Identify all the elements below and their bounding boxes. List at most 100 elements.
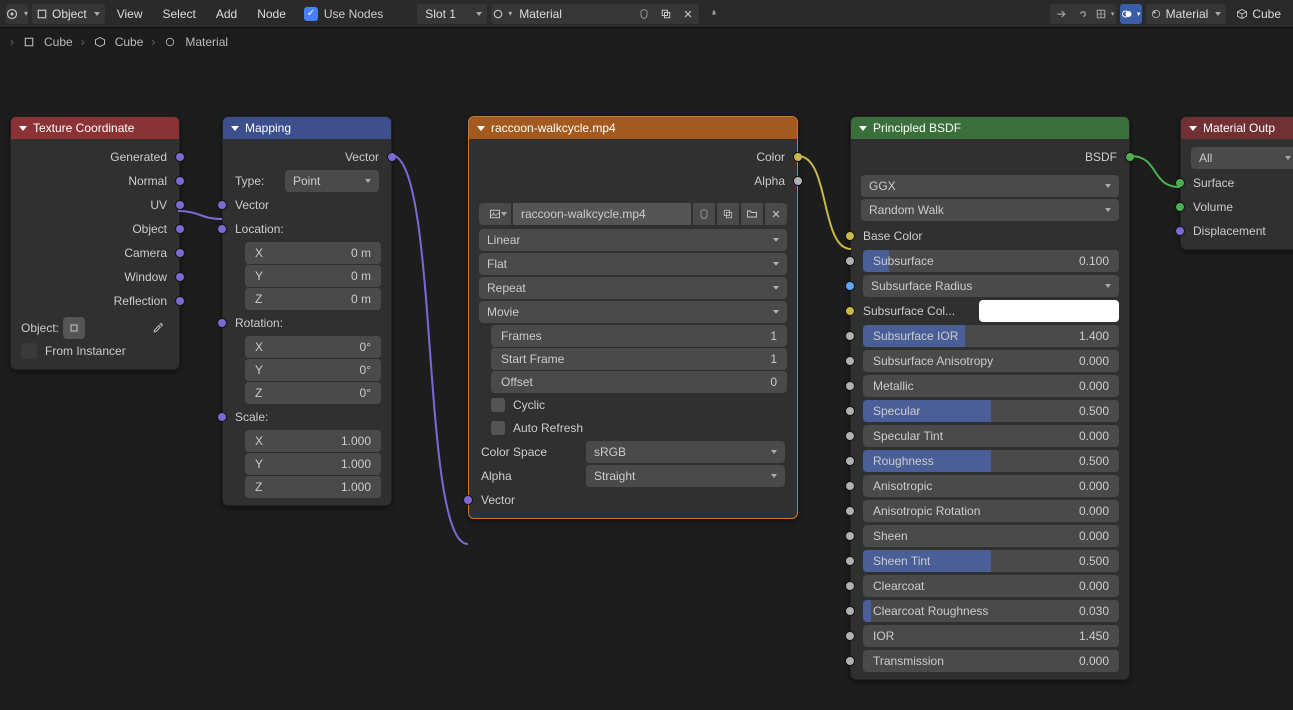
bsdf-input-clearcoat[interactable]: Clearcoat0.000 — [851, 573, 1129, 598]
socket-icon[interactable] — [845, 481, 855, 491]
value-slider[interactable]: Subsurface0.100 — [863, 250, 1119, 272]
output-generated[interactable]: Generated — [11, 145, 179, 169]
socket-icon[interactable] — [1175, 202, 1185, 212]
from-instancer-checkbox[interactable]: From Instancer — [21, 343, 169, 359]
socket-icon[interactable] — [845, 231, 855, 241]
shield-button[interactable] — [693, 203, 715, 225]
bsdf-input-sheen-tint[interactable]: Sheen Tint0.500 — [851, 548, 1129, 573]
colorspace-dropdown[interactable]: sRGB — [586, 441, 785, 463]
value-slider[interactable]: Clearcoat0.000 — [863, 575, 1119, 597]
material-browse-button[interactable]: ▾ — [491, 4, 513, 24]
dropdown[interactable]: Subsurface Radius — [863, 275, 1119, 297]
socket-icon[interactable] — [175, 224, 185, 234]
output-window[interactable]: Window — [11, 265, 179, 289]
bsdf-input-transmission[interactable]: Transmission0.000 — [851, 648, 1129, 673]
pin-button[interactable] — [703, 4, 725, 24]
input-displacement[interactable]: Displacement — [1181, 219, 1293, 243]
socket-icon[interactable] — [845, 531, 855, 541]
value-slider[interactable]: Sheen0.000 — [863, 525, 1119, 547]
source-dropdown[interactable]: Movie — [479, 301, 787, 323]
socket-icon[interactable] — [463, 495, 473, 505]
rotation-z[interactable]: Z0° — [245, 382, 381, 404]
type-dropdown[interactable]: Point — [285, 170, 379, 192]
node-editor-canvas[interactable]: Texture Coordinate Generated Normal UV O… — [0, 56, 1293, 710]
output-reflection[interactable]: Reflection — [11, 289, 179, 313]
node-header[interactable]: Mapping — [223, 117, 391, 139]
input-vector[interactable]: Vector — [469, 488, 797, 512]
eyedropper-button[interactable] — [147, 317, 169, 339]
subsurface-method-dropdown[interactable]: Random Walk — [861, 199, 1119, 221]
value-slider[interactable]: Subsurface IOR1.400 — [863, 325, 1119, 347]
value-slider[interactable]: Transmission0.000 — [863, 650, 1119, 672]
alpha-dropdown[interactable]: Straight — [586, 465, 785, 487]
socket-icon[interactable] — [1175, 178, 1185, 188]
socket-icon[interactable] — [845, 256, 855, 266]
editor-type-dropdown[interactable]: ▾ — [6, 4, 28, 24]
output-bsdf[interactable]: BSDF — [851, 145, 1129, 169]
socket-icon[interactable] — [845, 356, 855, 366]
input-volume[interactable]: Volume — [1181, 195, 1293, 219]
socket-icon[interactable] — [793, 176, 803, 186]
socket-icon[interactable] — [845, 456, 855, 466]
output-camera[interactable]: Camera — [11, 241, 179, 265]
overlay-dropdown[interactable]: ▾ — [1120, 4, 1142, 24]
menu-node[interactable]: Node — [249, 7, 294, 21]
node-principled-bsdf[interactable]: Principled BSDF BSDF GGX Random Walk Bas… — [850, 116, 1130, 680]
object-indicator[interactable]: Cube — [1230, 4, 1287, 24]
node-header[interactable]: Texture Coordinate — [11, 117, 179, 139]
value-slider[interactable]: Specular Tint0.000 — [863, 425, 1119, 447]
value-slider[interactable]: Anisotropic0.000 — [863, 475, 1119, 497]
node-material-output[interactable]: Material Outp All Surface Volume Displac… — [1180, 116, 1293, 250]
menu-select[interactable]: Select — [154, 7, 203, 21]
location-y[interactable]: Y0 m — [245, 265, 381, 287]
node-image-texture[interactable]: raccoon-walkcycle.mp4 Color Alpha raccoo… — [468, 116, 798, 519]
value-slider[interactable]: Specular0.500 — [863, 400, 1119, 422]
socket-icon[interactable] — [217, 200, 227, 210]
snap-button-2[interactable] — [1072, 4, 1094, 24]
duplicate-button[interactable] — [655, 4, 677, 24]
auto-refresh-checkbox[interactable]: Auto Refresh — [491, 417, 787, 439]
socket-icon[interactable] — [175, 152, 185, 162]
socket-icon[interactable] — [845, 406, 855, 416]
value-slider[interactable]: Metallic0.000 — [863, 375, 1119, 397]
value-slider[interactable]: Sheen Tint0.500 — [863, 550, 1119, 572]
bsdf-input-subsurface[interactable]: Subsurface0.100 — [851, 248, 1129, 273]
projection-dropdown[interactable]: Flat — [479, 253, 787, 275]
socket-icon[interactable] — [217, 224, 227, 234]
node-header[interactable]: Material Outp — [1181, 117, 1293, 139]
bsdf-input-subsurface-radius[interactable]: Subsurface Radius — [851, 273, 1129, 298]
socket-icon[interactable] — [845, 331, 855, 341]
socket-icon[interactable] — [845, 606, 855, 616]
breadcrumb-item-1[interactable]: Cube — [115, 35, 144, 49]
bsdf-input-anisotropic[interactable]: Anisotropic0.000 — [851, 473, 1129, 498]
scale-z[interactable]: Z1.000 — [245, 476, 381, 498]
value-slider[interactable]: Anisotropic Rotation0.000 — [863, 500, 1119, 522]
socket-icon[interactable] — [845, 506, 855, 516]
material-slot-dropdown[interactable]: Slot 1 — [417, 4, 487, 24]
scale-y[interactable]: Y1.000 — [245, 453, 381, 475]
bsdf-input-ior[interactable]: IOR1.450 — [851, 623, 1129, 648]
output-color[interactable]: Color — [469, 145, 797, 169]
scale-x[interactable]: X1.000 — [245, 430, 381, 452]
bsdf-input-roughness[interactable]: Roughness0.500 — [851, 448, 1129, 473]
image-browse-button[interactable] — [479, 203, 511, 225]
frames-field[interactable]: Frames1 — [491, 325, 787, 347]
snap-button-1[interactable] — [1050, 4, 1072, 24]
node-header[interactable]: Principled BSDF — [851, 117, 1129, 139]
base-color-input[interactable]: Base Color — [851, 223, 1129, 248]
value-slider[interactable]: Roughness0.500 — [863, 450, 1119, 472]
socket-icon[interactable] — [175, 176, 185, 186]
open-button[interactable] — [741, 203, 763, 225]
material-name-input[interactable] — [513, 4, 633, 24]
target-dropdown[interactable]: All — [1191, 147, 1293, 169]
rotation-y[interactable]: Y0° — [245, 359, 381, 381]
socket-icon[interactable] — [175, 296, 185, 306]
socket-icon[interactable] — [1125, 152, 1135, 162]
use-nodes-toggle[interactable]: ✓ Use Nodes — [298, 7, 389, 21]
location-z[interactable]: Z0 m — [245, 288, 381, 310]
breadcrumb-item-2[interactable]: Material — [185, 35, 228, 49]
socket-icon[interactable] — [1175, 226, 1185, 236]
breadcrumb-item-0[interactable]: Cube — [44, 35, 73, 49]
socket-icon[interactable] — [845, 381, 855, 391]
socket-icon[interactable] — [845, 281, 855, 291]
